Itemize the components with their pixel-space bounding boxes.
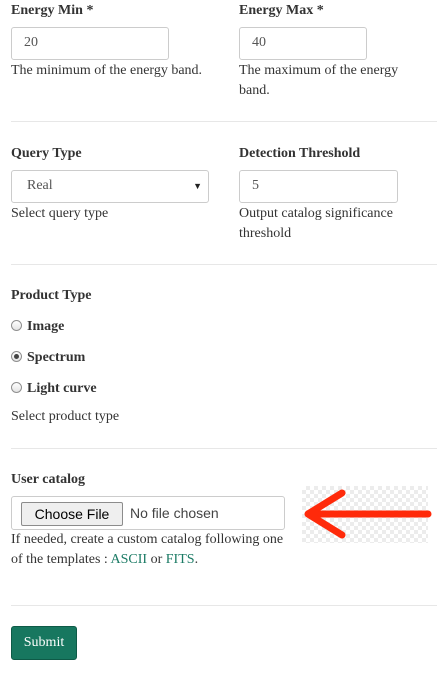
radio-dot [14,354,19,359]
fits-link[interactable]: FITS [166,552,195,567]
energy-min-label: Energy Min * [11,3,94,18]
query-type-selected: Real [27,178,53,193]
detection-threshold-label: Detection Threshold [239,146,361,161]
radio-button-selected[interactable] [11,351,22,362]
file-input[interactable]: Choose File No file chosen [11,496,285,530]
user-catalog-help: If needed, create a custom catalog follo… [11,530,296,570]
divider [11,605,437,606]
period-text: . [194,552,199,567]
energy-min-help: The minimum of the energy band. [11,63,203,78]
chevron-down-icon: ▼ [193,181,202,191]
detection-threshold-help: Output catalog significance threshold [239,206,393,241]
radio-spectrum[interactable]: Spectrum [11,349,85,367]
radio-button[interactable] [11,320,22,331]
detection-threshold-input[interactable]: 5 [239,170,398,203]
or-text: or [147,552,166,567]
radio-button[interactable] [11,382,22,393]
energy-max-help: The maximum of the energy band. [239,63,399,98]
divider [11,448,437,449]
energy-max-label: Energy Max * [239,3,324,18]
product-type-help: Select product type [11,409,120,424]
divider [11,121,437,122]
ascii-link[interactable]: ASCII [111,552,148,567]
radio-light-curve[interactable]: Light curve [11,380,97,398]
user-catalog-label: User catalog [11,472,85,487]
energy-min-input[interactable]: 20 [11,27,169,60]
divider [11,264,437,265]
submit-button[interactable]: Submit [11,626,77,660]
energy-max-input[interactable]: 40 [239,27,367,60]
query-type-select[interactable]: Real ▼ [11,170,209,203]
product-type-label: Product Type [11,288,92,303]
query-type-label: Query Type [11,146,82,161]
radio-image[interactable]: Image [11,318,64,336]
radio-label: Light curve [27,381,97,396]
query-type-help: Select query type [11,206,109,221]
choose-file-button[interactable]: Choose File [21,502,123,526]
file-status-text: No file chosen [130,505,219,521]
left-arrow-icon [304,489,432,539]
radio-label: Image [27,319,65,334]
radio-label: Spectrum [27,350,86,365]
